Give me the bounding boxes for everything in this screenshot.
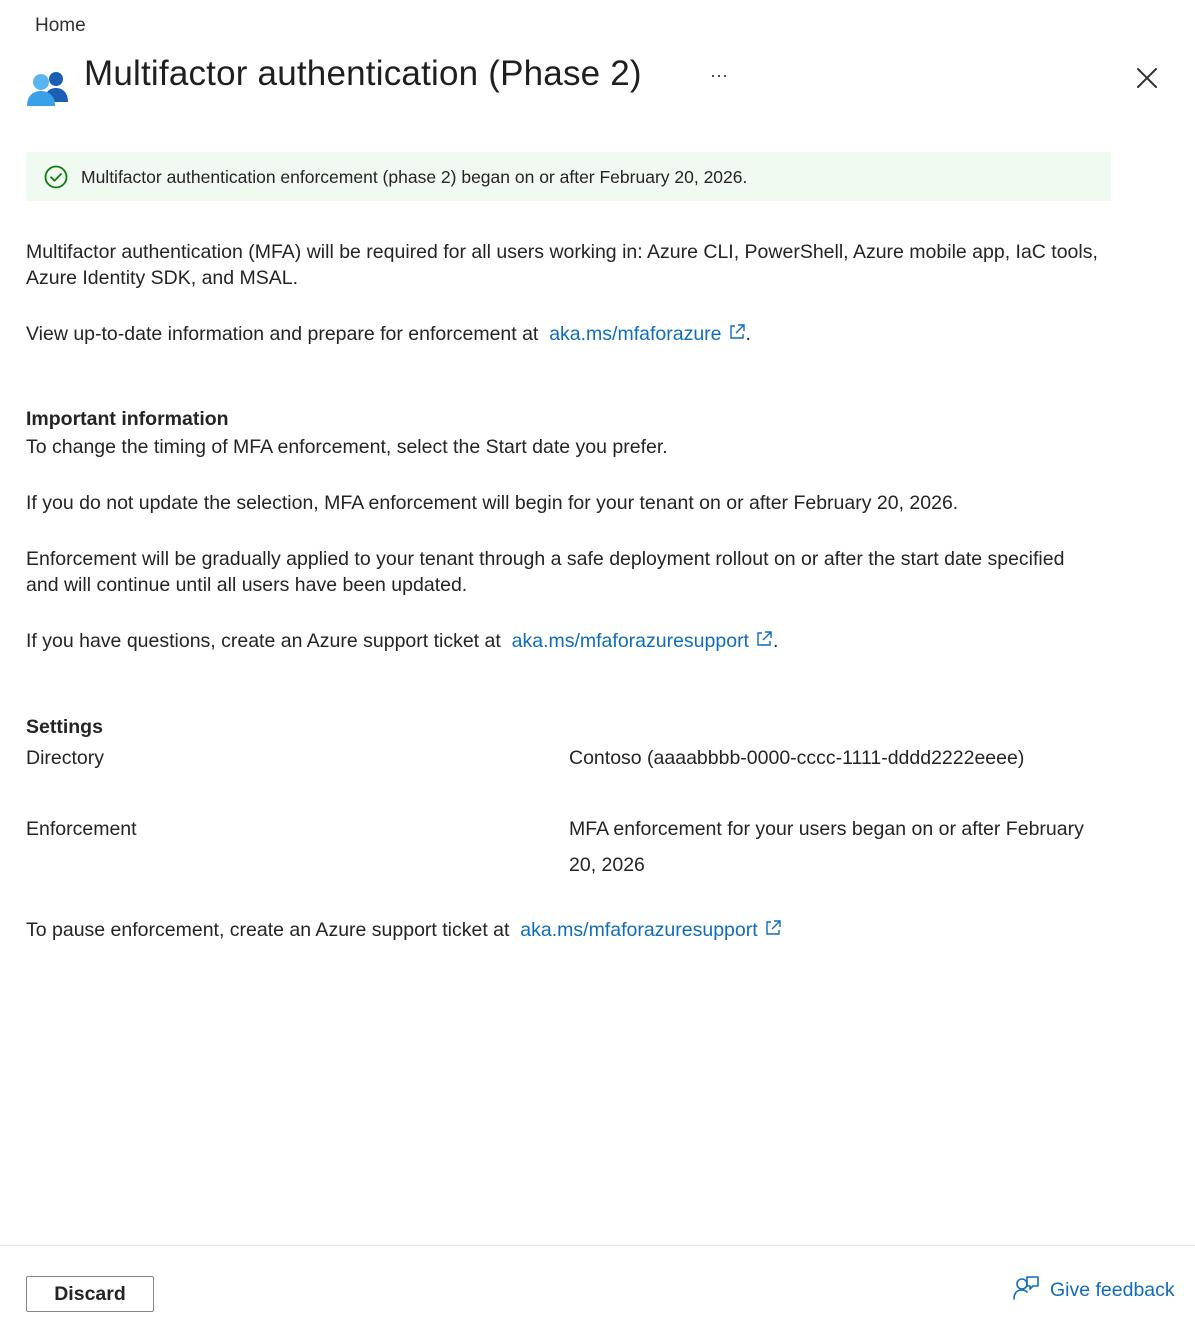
external-link-icon (755, 629, 773, 647)
important-heading: Important information (26, 408, 229, 430)
pause-text: To pause enforcement, create an Azure su… (26, 919, 510, 941)
intro-link-suffix: . (745, 323, 751, 345)
feedback-label: Give feedback (1050, 1278, 1175, 1301)
support-paragraph: If you have questions, create an Azure s… (26, 628, 1111, 654)
external-link-icon (764, 918, 782, 936)
more-options-button[interactable]: ··· (706, 62, 732, 88)
intro-link-text: View up-to-date information and prepare … (26, 323, 539, 345)
check-circle-icon (44, 165, 68, 189)
directory-value: Contoso (aaaabbbb-0000-cccc-1111-dddd222… (569, 747, 1025, 769)
pause-support-link[interactable]: aka.ms/mfaforazuresupport (520, 919, 781, 941)
support-suffix: . (772, 630, 779, 652)
intro-link-paragraph: View up-to-date information and prepare … (26, 321, 1111, 347)
pause-paragraph: To pause enforcement, create an Azure su… (26, 917, 1111, 943)
success-banner: Multifactor authentication enforcement (… (26, 152, 1111, 201)
important-paragraph-2: If you do not update the selection, MFA … (26, 492, 959, 514)
feedback-icon (1012, 1274, 1040, 1307)
page-title: Multifactor authentication (Phase 2) (84, 54, 642, 93)
banner-message: Multifactor authentication enforcement (… (81, 167, 748, 187)
mfaforazure-link[interactable]: aka.ms/mfaforazure (549, 323, 745, 345)
directory-label: Directory (26, 747, 105, 769)
important-paragraph-3: Enforcement will be gradually applied to… (26, 548, 1065, 596)
footer-divider (0, 1245, 1195, 1246)
enforcement-label: Enforcement (26, 818, 137, 840)
support-text: If you have questions, create an Azure s… (26, 630, 501, 652)
intro-paragraph: Multifactor authentication (MFA) will be… (26, 241, 1098, 289)
close-icon[interactable] (1133, 64, 1161, 92)
breadcrumb-home[interactable]: Home (35, 15, 86, 37)
mfaforazuresupport-link[interactable]: aka.ms/mfaforazuresupport (512, 630, 773, 652)
users-icon (25, 68, 71, 108)
external-link-icon (728, 322, 746, 340)
important-paragraph-1: To change the timing of MFA enforcement,… (26, 436, 668, 458)
settings-heading: Settings (26, 716, 103, 738)
give-feedback-button[interactable]: Give feedback (1012, 1274, 1175, 1306)
enforcement-value: MFA enforcement for your users began on … (569, 818, 1084, 876)
discard-button[interactable]: Discard (26, 1276, 154, 1312)
